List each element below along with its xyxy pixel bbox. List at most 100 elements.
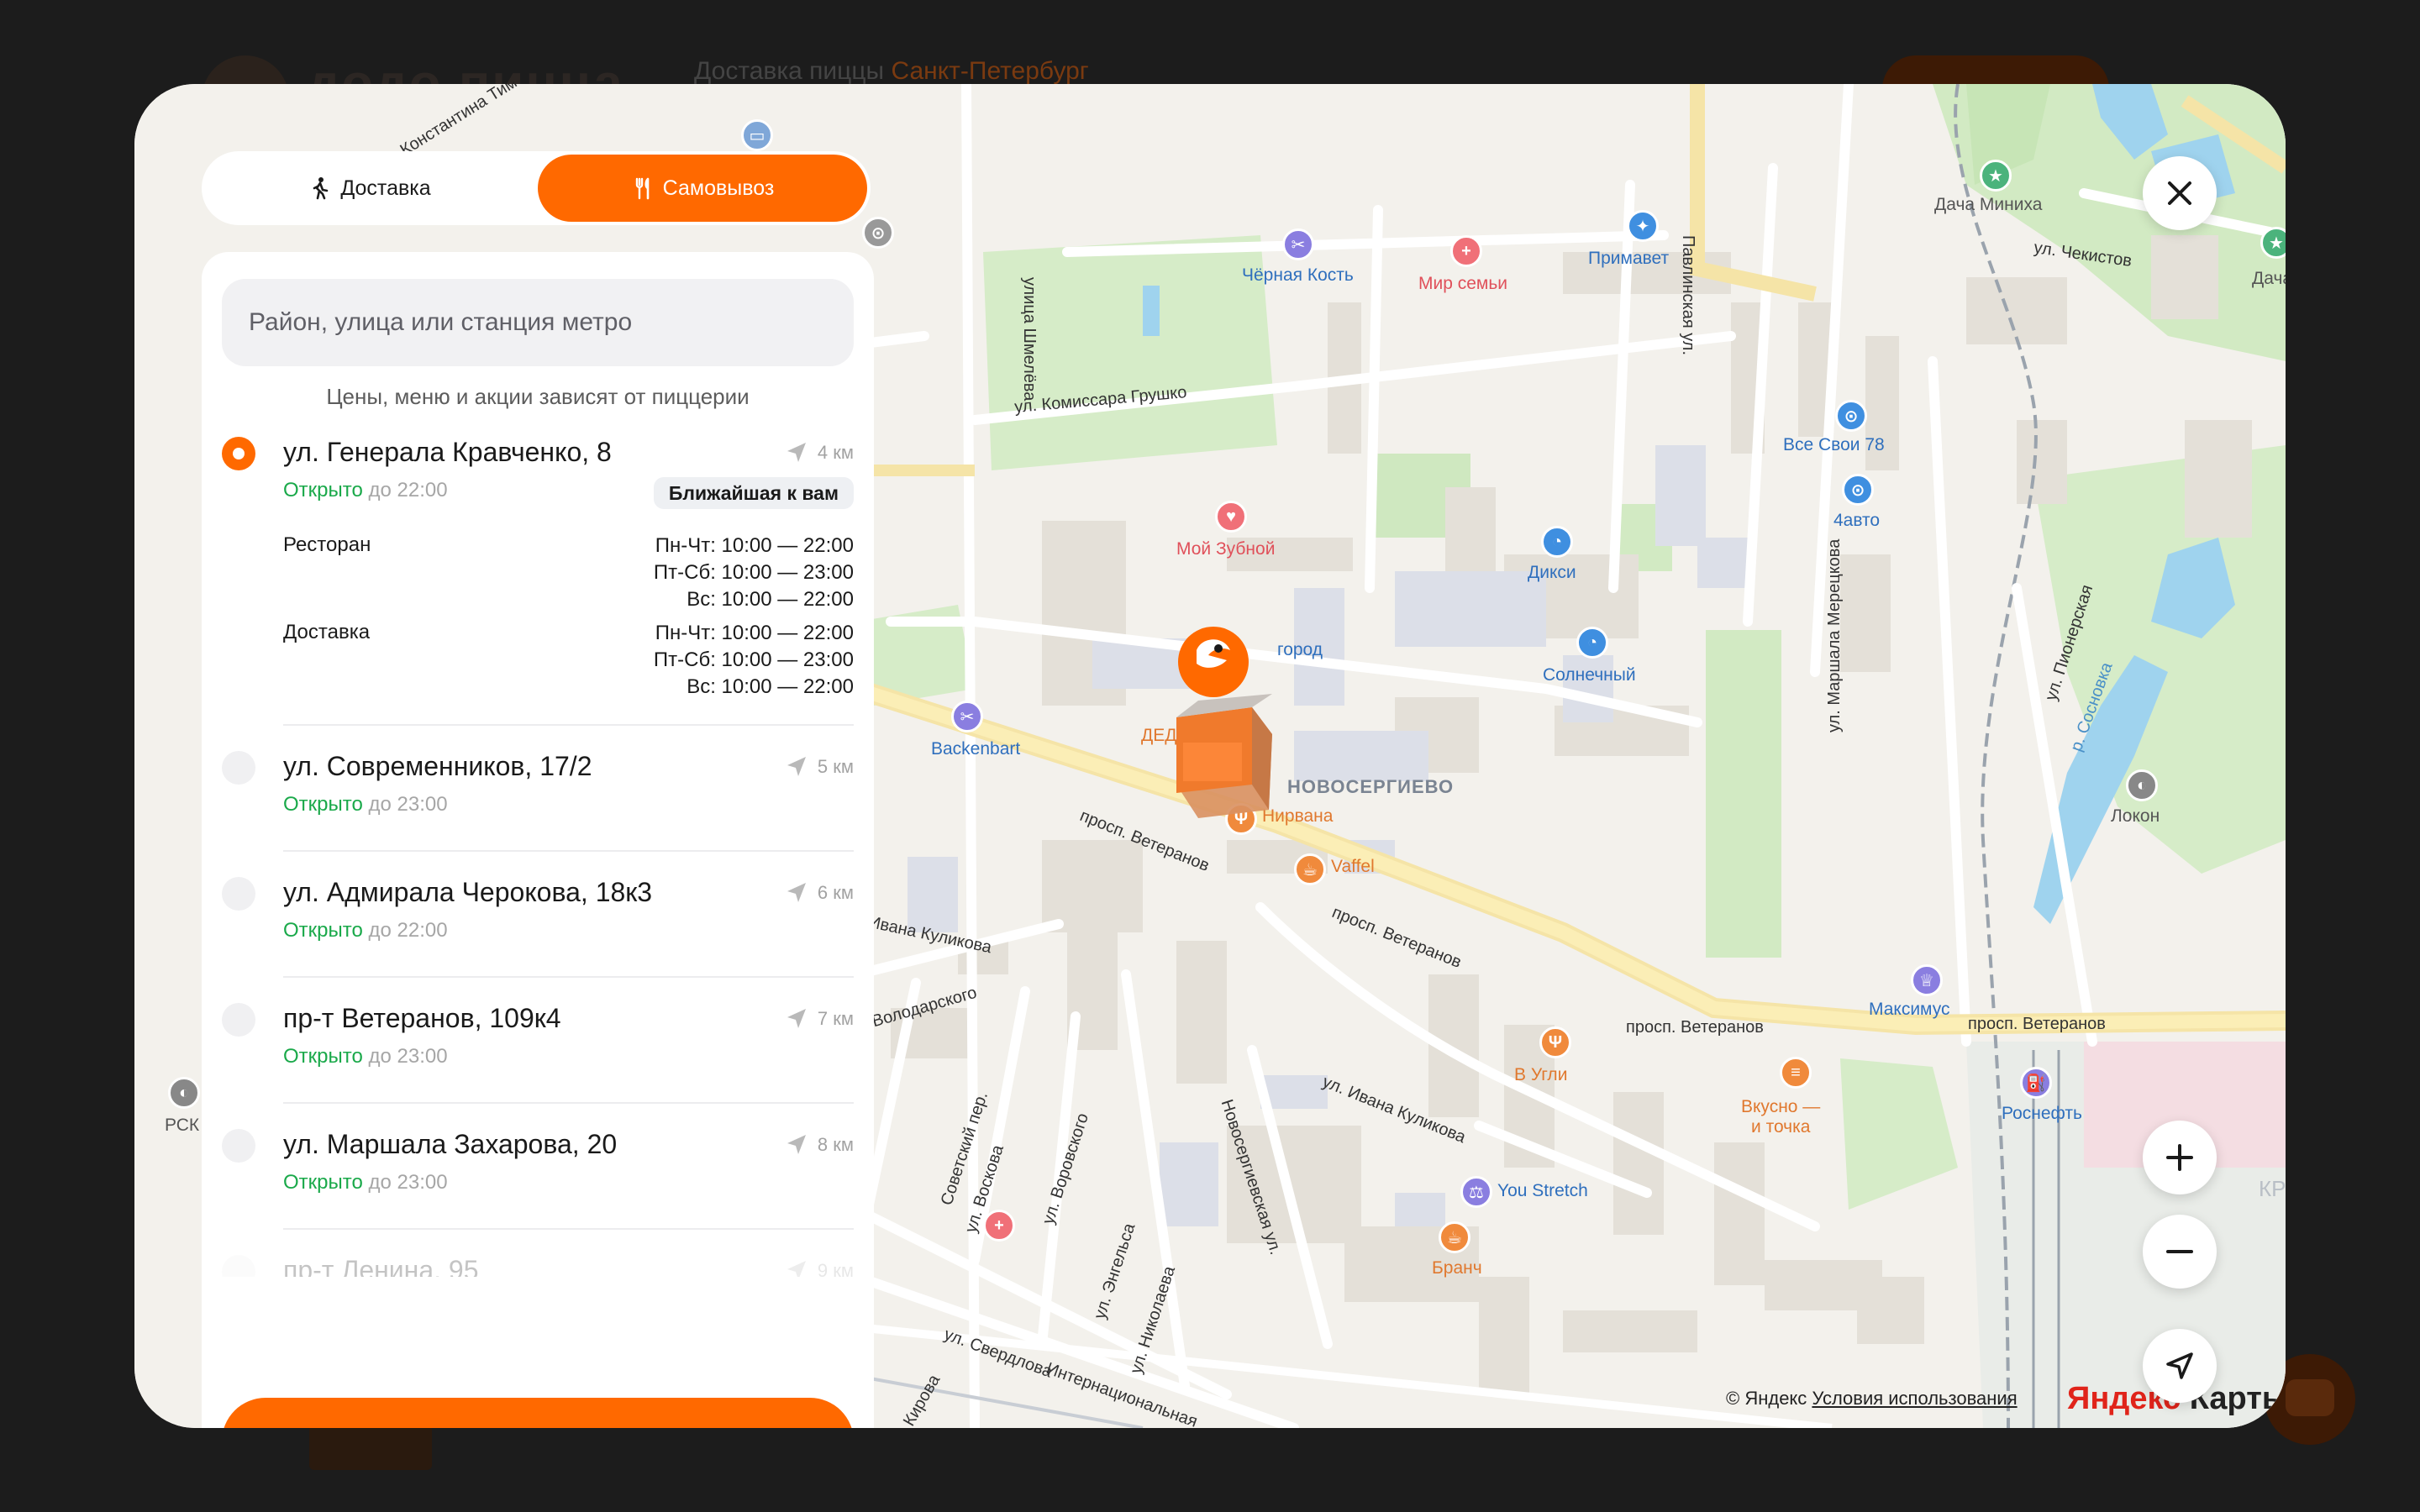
fuel-icon[interactable]: ⛽ <box>2020 1067 2052 1099</box>
restaurant-icon[interactable]: Ψ <box>1539 1026 1571 1058</box>
trophy-icon[interactable]: ♕ <box>1911 964 1943 996</box>
poi-label[interactable]: Роснефть <box>2002 1104 2082 1124</box>
poi-label[interactable]: Максимус <box>1869 1000 1950 1020</box>
salon-icon[interactable]: ◐ <box>168 1077 200 1109</box>
locate-me-button[interactable] <box>2143 1329 2217 1403</box>
poi-label[interactable]: Vaffel <box>1331 857 1375 877</box>
hours-label: Доставка <box>283 621 371 643</box>
poi-label[interactable]: и точка <box>1751 1117 1810 1137</box>
radio-unselected[interactable] <box>222 1003 255 1037</box>
pizzeria-item[interactable]: пр-т Ленина, 95 9 км <box>202 1255 874 1277</box>
hotel-icon[interactable]: ▭ <box>741 119 773 151</box>
tab-pickup-label: Самовывоз <box>662 176 775 200</box>
poi-label[interactable]: Дикси <box>1528 563 1576 583</box>
poi-label[interactable]: 4авто <box>1833 511 1880 531</box>
dentist-icon[interactable]: ♥ <box>1215 501 1247 533</box>
car-service-icon[interactable]: ⊙ <box>1842 474 1874 506</box>
poi-label[interactable]: Мир семьи <box>1418 274 1507 294</box>
medical-icon[interactable]: + <box>983 1210 1015 1242</box>
shop-icon[interactable]: ◔ <box>1576 627 1608 659</box>
poi-label[interactable]: РСК <box>165 1116 199 1136</box>
background-title: Доставка пиццы Санкт-Петербург <box>694 57 1089 85</box>
hours-line: Пт-Сб: 10:00 — 23:00 <box>653 648 854 671</box>
choose-button[interactable]: Выбрать <box>222 1398 854 1428</box>
navigation-arrow-icon <box>786 1009 806 1028</box>
poi-label[interactable]: В Угли <box>1514 1065 1567 1085</box>
open-status: Открыто до 22:00 <box>283 919 448 942</box>
fastfood-icon[interactable]: ≡ <box>1780 1057 1812 1089</box>
distance: 8 км <box>784 1132 854 1158</box>
nearest-badge: Ближайшая к вам <box>653 477 854 509</box>
landmark-icon[interactable]: ★ <box>2260 227 2286 259</box>
tab-delivery-label: Доставка <box>340 176 431 200</box>
poi-label[interactable]: Вкусно — <box>1741 1097 1820 1117</box>
navigation-arrow-icon <box>786 1135 806 1154</box>
medical-icon[interactable]: + <box>1450 235 1482 267</box>
cutlery-icon <box>635 177 649 200</box>
close-button[interactable] <box>2143 156 2217 230</box>
poi-label[interactable]: You Stretch <box>1497 1181 1588 1201</box>
poi-label: КР <box>2259 1176 2286 1201</box>
pizzeria-item[interactable]: ул. Маршала Захарова, 20 8 км Открыто до… <box>202 1129 874 1213</box>
fitness-icon[interactable]: ⚖ <box>1460 1176 1492 1208</box>
open-status: Открыто до 23:00 <box>283 793 448 816</box>
tab-pickup[interactable]: Самовывоз <box>538 155 867 222</box>
street-label: просп. Ветеранов <box>1968 1015 2106 1033</box>
barber-icon[interactable]: ✂ <box>1282 228 1314 260</box>
transport-icon[interactable]: ⊙ <box>862 217 894 249</box>
radio-unselected[interactable] <box>222 1255 255 1277</box>
poi-label[interactable]: Бранч <box>1432 1258 1482 1278</box>
pizzeria-item[interactable]: ул. Современников, 17/2 5 км Открыто до … <box>202 751 874 835</box>
poi-label[interactable]: Backenbart <box>931 739 1020 759</box>
poi-label[interactable]: Примавет <box>1588 249 1669 269</box>
open-status: Открыто до 22:00 <box>283 479 448 501</box>
pizzeria-address: ул. Адмирала Черокова, 18к3 <box>283 877 653 907</box>
terms-link[interactable]: Условия использования <box>1812 1388 2017 1409</box>
pizzeria-item[interactable]: ул. Генерала Кравченко, 8 4 км Открыто д… <box>202 437 874 698</box>
radio-unselected[interactable] <box>222 751 255 785</box>
salon-icon[interactable]: ◐ <box>2126 769 2158 801</box>
poi-label[interactable]: Солнечный <box>1543 665 1636 685</box>
zoom-in-button[interactable] <box>2143 1121 2217 1194</box>
selected-pizzeria-marker[interactable] <box>1143 617 1294 835</box>
pizzeria-address: пр-т Ленина, 95 <box>283 1255 479 1277</box>
zoom-out-button[interactable] <box>2143 1215 2217 1289</box>
minus-icon <box>2166 1250 2193 1253</box>
landmark-icon[interactable]: ★ <box>1980 160 2012 192</box>
cafe-icon[interactable]: ☕ <box>1439 1221 1470 1253</box>
car-service-icon[interactable]: ⊙ <box>1835 400 1867 432</box>
search-input[interactable] <box>222 279 854 366</box>
pizzeria-address: ул. Современников, 17/2 <box>283 751 592 781</box>
barber-icon[interactable]: ✂ <box>951 701 983 732</box>
poi-label[interactable]: Локон <box>2111 806 2160 827</box>
poi-label[interactable]: Чёрная Кость <box>1242 265 1354 286</box>
pizzeria-item[interactable]: пр-т Ветеранов, 109к4 7 км Открыто до 23… <box>202 1003 874 1087</box>
street-label: Павлинская ул. <box>1679 235 1697 356</box>
street-label: ул. Маршала Мерецкова <box>1825 538 1844 732</box>
pizzeria-item[interactable]: ул. Адмирала Черокова, 18к3 6 км Открыто… <box>202 877 874 961</box>
distance: 7 км <box>784 1006 854 1032</box>
radio-unselected[interactable] <box>222 1129 255 1163</box>
hours-label: Ресторан <box>283 533 371 556</box>
poi-label[interactable]: Дача Новозна <box>2252 269 2286 289</box>
pizzeria-list-panel: Цены, меню и акции зависят от пиццерии у… <box>202 252 874 1428</box>
tab-delivery[interactable]: Доставка <box>205 155 534 222</box>
shop-icon[interactable]: ◔ <box>1541 526 1573 558</box>
cafe-icon[interactable]: ☕ <box>1294 853 1326 885</box>
radio-unselected[interactable] <box>222 877 255 911</box>
delivery-mode-toggle: Доставка Самовывоз <box>202 151 871 225</box>
poi-label[interactable]: Все Свои 78 <box>1783 435 1885 455</box>
vet-icon[interactable]: ✦ <box>1627 210 1659 242</box>
navigation-arrow-icon <box>786 1261 806 1277</box>
district-label: НОВОСЕРГИЕВО <box>1287 776 1455 797</box>
pizzeria-list[interactable]: ул. Генерала Кравченко, 8 4 км Открыто д… <box>202 437 874 1277</box>
navigation-arrow-icon <box>786 443 806 462</box>
poi-label[interactable]: Дача Миниха <box>1934 195 2042 215</box>
distance: 6 км <box>784 880 854 906</box>
walking-icon <box>313 177 329 200</box>
poi-label[interactable]: Мой Зубной <box>1176 539 1275 559</box>
open-status: Открыто до 23:00 <box>283 1171 448 1194</box>
pizzeria-address: ул. Генерала Кравченко, 8 <box>283 437 612 467</box>
hours-line: Пт-Сб: 10:00 — 23:00 <box>653 561 854 584</box>
radio-selected[interactable] <box>222 437 255 470</box>
